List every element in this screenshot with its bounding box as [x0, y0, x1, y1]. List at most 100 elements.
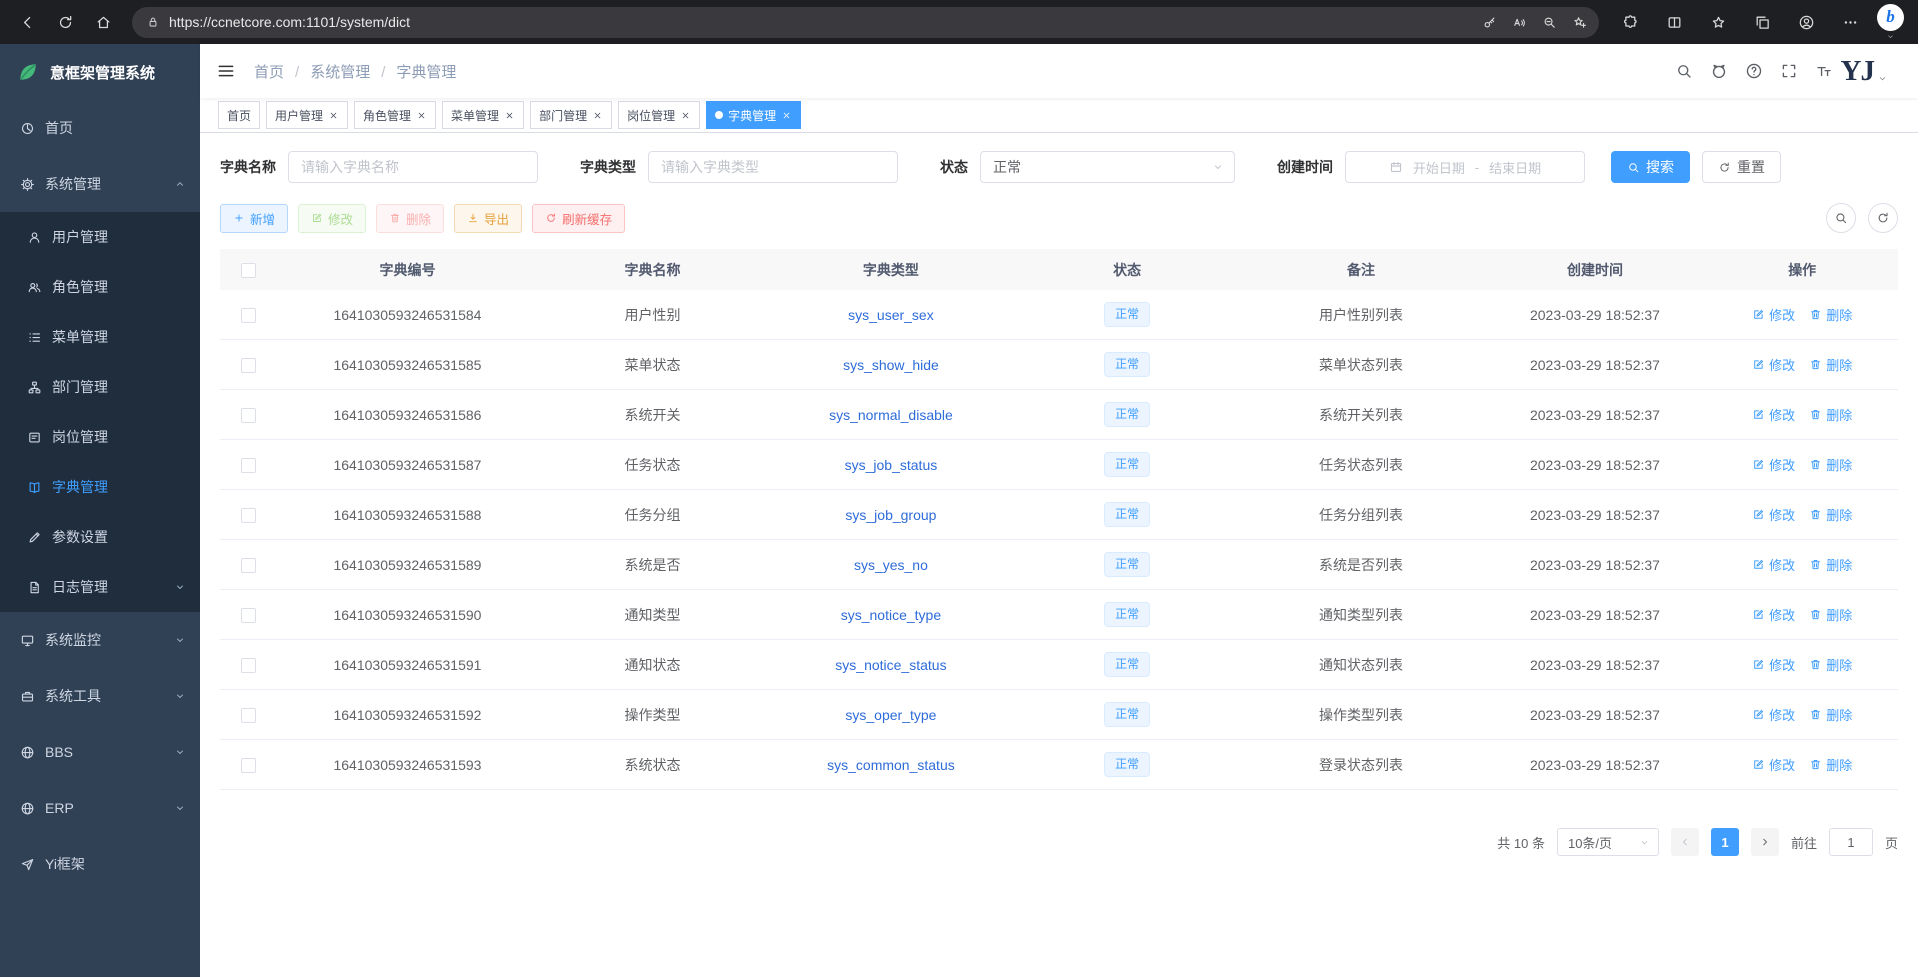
- favorites-button[interactable]: [1701, 5, 1735, 39]
- row-checkbox[interactable]: [241, 408, 256, 423]
- split-screen-button[interactable]: [1657, 5, 1691, 39]
- browser-back-button[interactable]: [10, 5, 44, 39]
- edit-row-button[interactable]: 修改: [1752, 305, 1795, 324]
- prev-page-button[interactable]: [1671, 828, 1699, 856]
- next-page-button[interactable]: [1751, 828, 1779, 856]
- edit-row-button[interactable]: 修改: [1752, 455, 1795, 474]
- row-checkbox[interactable]: [241, 758, 256, 773]
- edit-row-button[interactable]: 修改: [1752, 705, 1795, 724]
- sidebar-item-字典管理[interactable]: 字典管理: [0, 462, 200, 512]
- sidebar-item-日志管理[interactable]: 日志管理: [0, 562, 200, 612]
- more-button[interactable]: [1833, 5, 1867, 39]
- delete-row-button[interactable]: 删除: [1809, 555, 1852, 574]
- dict-type-link[interactable]: sys_job_group: [845, 507, 936, 523]
- tab-用户管理[interactable]: 用户管理: [266, 101, 348, 129]
- delete-row-button[interactable]: 删除: [1809, 305, 1852, 324]
- address-bar[interactable]: https://ccnetcore.com:1101/system/dict: [132, 7, 1599, 38]
- toolbar-修改[interactable]: 修改: [298, 204, 366, 233]
- row-checkbox[interactable]: [241, 558, 256, 573]
- bing-sidebar-button[interactable]: b: [1877, 4, 1904, 41]
- sidebar-item-系统管理[interactable]: 系统管理: [0, 156, 200, 212]
- dict-type-link[interactable]: sys_job_status: [845, 457, 938, 473]
- tab-岗位管理[interactable]: 岗位管理: [618, 101, 700, 129]
- close-icon[interactable]: [504, 110, 515, 121]
- goto-page-input[interactable]: [1829, 828, 1873, 856]
- dict-type-link[interactable]: sys_notice_type: [841, 607, 941, 623]
- sidebar-item-系统监控[interactable]: 系统监控: [0, 612, 200, 668]
- edit-row-button[interactable]: 修改: [1752, 555, 1795, 574]
- reset-button[interactable]: 重置: [1702, 151, 1781, 183]
- sidebar-item-ERP[interactable]: ERP: [0, 780, 200, 836]
- breadcrumb-首页[interactable]: 首页: [254, 61, 284, 82]
- dict-type-link[interactable]: sys_show_hide: [843, 357, 939, 373]
- search-button[interactable]: 搜索: [1611, 151, 1690, 183]
- read-aloud-button[interactable]: [1505, 8, 1533, 36]
- delete-row-button[interactable]: 删除: [1809, 505, 1852, 524]
- dict-type-link[interactable]: sys_common_status: [827, 757, 955, 773]
- edit-row-button[interactable]: 修改: [1752, 355, 1795, 374]
- row-checkbox[interactable]: [241, 508, 256, 523]
- dict-type-link[interactable]: sys_notice_status: [835, 657, 946, 673]
- toolbar-删除[interactable]: 删除: [376, 204, 444, 233]
- tab-菜单管理[interactable]: 菜单管理: [442, 101, 524, 129]
- sidebar-item-参数设置[interactable]: 参数设置: [0, 512, 200, 562]
- breadcrumb-字典管理[interactable]: 字典管理: [370, 61, 456, 82]
- row-checkbox[interactable]: [241, 658, 256, 673]
- tab-字典管理[interactable]: 字典管理: [706, 101, 801, 129]
- key-button[interactable]: [1475, 8, 1503, 36]
- delete-row-button[interactable]: 删除: [1809, 705, 1852, 724]
- row-checkbox[interactable]: [241, 608, 256, 623]
- browser-home-button[interactable]: [86, 5, 120, 39]
- question-button[interactable]: [1745, 62, 1763, 80]
- delete-row-button[interactable]: 删除: [1809, 755, 1852, 774]
- close-icon[interactable]: [416, 110, 427, 121]
- collections-button[interactable]: [1745, 5, 1779, 39]
- tab-角色管理[interactable]: 角色管理: [354, 101, 436, 129]
- sidebar-item-部门管理[interactable]: 部门管理: [0, 362, 200, 412]
- tab-部门管理[interactable]: 部门管理: [530, 101, 612, 129]
- close-icon[interactable]: [781, 110, 792, 121]
- toolbar-导出[interactable]: 导出: [454, 204, 522, 233]
- user-logo[interactable]: YJ: [1841, 57, 1888, 86]
- sidebar-item-角色管理[interactable]: 角色管理: [0, 262, 200, 312]
- delete-row-button[interactable]: 删除: [1809, 605, 1852, 624]
- sidebar-item-系统工具[interactable]: 系统工具: [0, 668, 200, 724]
- dict-type-link[interactable]: sys_user_sex: [848, 307, 934, 323]
- edit-row-button[interactable]: 修改: [1752, 605, 1795, 624]
- font-size-button[interactable]: [1815, 62, 1833, 80]
- expand-button[interactable]: [1780, 62, 1798, 80]
- extensions-button[interactable]: [1613, 5, 1647, 39]
- sidebar-item-岗位管理[interactable]: 岗位管理: [0, 412, 200, 462]
- browser-refresh-button[interactable]: [48, 5, 82, 39]
- dict-name-input[interactable]: [288, 151, 538, 183]
- close-icon[interactable]: [592, 110, 603, 121]
- row-checkbox[interactable]: [241, 358, 256, 373]
- sidebar-item-BBS[interactable]: BBS: [0, 724, 200, 780]
- edit-row-button[interactable]: 修改: [1752, 755, 1795, 774]
- row-checkbox[interactable]: [241, 308, 256, 323]
- star-plus-button[interactable]: [1565, 8, 1593, 36]
- breadcrumb-系统管理[interactable]: 系统管理: [284, 61, 370, 82]
- sidebar-toggle-button[interactable]: [216, 61, 236, 81]
- sidebar-item-首页[interactable]: 首页: [0, 100, 200, 156]
- sidebar-item-用户管理[interactable]: 用户管理: [0, 212, 200, 262]
- delete-row-button[interactable]: 删除: [1809, 355, 1852, 374]
- refresh-button[interactable]: [1868, 203, 1898, 233]
- profile-button[interactable]: [1789, 5, 1823, 39]
- toolbar-新增[interactable]: 新增: [220, 204, 288, 233]
- zoom-out-button[interactable]: [1535, 8, 1563, 36]
- sidebar-item-菜单管理[interactable]: 菜单管理: [0, 312, 200, 362]
- page-size-select[interactable]: 10条/页: [1557, 828, 1659, 856]
- tab-首页[interactable]: 首页: [218, 101, 260, 129]
- dict-type-link[interactable]: sys_oper_type: [845, 707, 936, 723]
- delete-row-button[interactable]: 删除: [1809, 655, 1852, 674]
- row-checkbox[interactable]: [241, 458, 256, 473]
- date-range-picker[interactable]: 开始日期 - 结束日期: [1345, 151, 1585, 183]
- delete-row-button[interactable]: 删除: [1809, 405, 1852, 424]
- dict-type-link[interactable]: sys_yes_no: [854, 557, 928, 573]
- github-button[interactable]: [1710, 62, 1728, 80]
- search-button[interactable]: [1675, 62, 1693, 80]
- search-button[interactable]: [1826, 203, 1856, 233]
- edit-row-button[interactable]: 修改: [1752, 655, 1795, 674]
- dict-type-input[interactable]: [648, 151, 898, 183]
